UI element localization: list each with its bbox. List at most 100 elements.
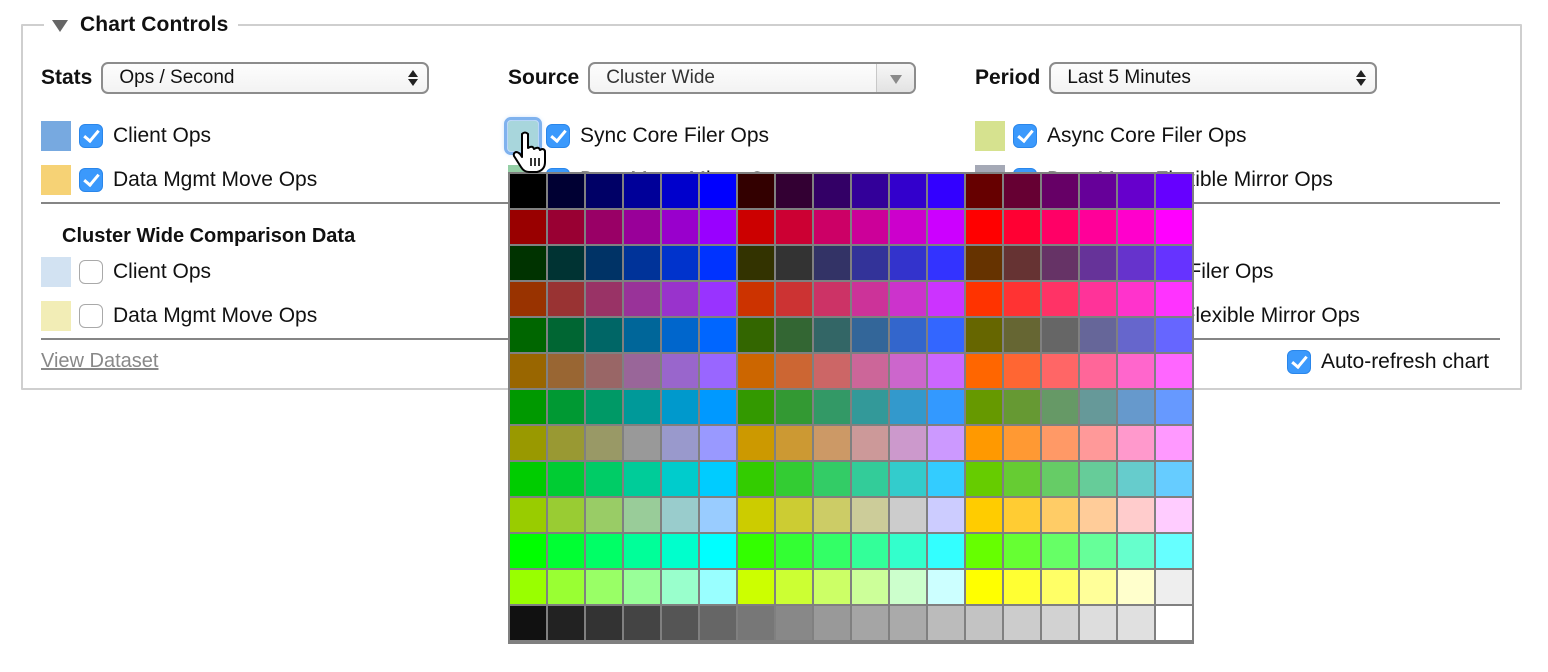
color-option[interactable] xyxy=(586,462,622,496)
color-option[interactable] xyxy=(510,318,546,352)
color-option[interactable] xyxy=(624,426,660,460)
color-option[interactable] xyxy=(776,606,812,640)
color-option[interactable] xyxy=(1004,246,1040,280)
color-option[interactable] xyxy=(662,318,698,352)
color-option[interactable] xyxy=(890,318,926,352)
color-option[interactable] xyxy=(662,174,698,208)
color-option[interactable] xyxy=(928,318,964,352)
color-option[interactable] xyxy=(1118,606,1154,640)
color-swatch[interactable] xyxy=(41,257,71,287)
color-option[interactable] xyxy=(890,570,926,604)
color-option[interactable] xyxy=(738,570,774,604)
color-option[interactable] xyxy=(890,210,926,244)
color-option[interactable] xyxy=(738,282,774,316)
color-option[interactable] xyxy=(738,498,774,532)
color-option[interactable] xyxy=(738,246,774,280)
color-option[interactable] xyxy=(1118,498,1154,532)
color-option[interactable] xyxy=(1118,426,1154,460)
color-option[interactable] xyxy=(776,426,812,460)
color-option[interactable] xyxy=(586,498,622,532)
color-option[interactable] xyxy=(1156,174,1192,208)
color-option[interactable] xyxy=(1080,246,1116,280)
color-option[interactable] xyxy=(662,426,698,460)
color-option[interactable] xyxy=(890,534,926,568)
color-option[interactable] xyxy=(1004,210,1040,244)
color-swatch[interactable] xyxy=(41,121,71,151)
color-option[interactable] xyxy=(624,174,660,208)
color-option[interactable] xyxy=(1042,570,1078,604)
color-option[interactable] xyxy=(890,390,926,424)
color-option[interactable] xyxy=(1080,534,1116,568)
color-option[interactable] xyxy=(738,462,774,496)
color-option[interactable] xyxy=(776,390,812,424)
color-option[interactable] xyxy=(510,534,546,568)
color-option[interactable] xyxy=(1118,318,1154,352)
color-option[interactable] xyxy=(1156,354,1192,388)
color-option[interactable] xyxy=(586,354,622,388)
color-option[interactable] xyxy=(814,606,850,640)
color-option[interactable] xyxy=(928,246,964,280)
color-option[interactable] xyxy=(1156,426,1192,460)
color-option[interactable] xyxy=(586,606,622,640)
color-option[interactable] xyxy=(738,354,774,388)
checkbox[interactable] xyxy=(79,304,103,328)
color-option[interactable] xyxy=(548,318,584,352)
color-option[interactable] xyxy=(1156,390,1192,424)
color-option[interactable] xyxy=(1080,426,1116,460)
color-option[interactable] xyxy=(510,210,546,244)
color-option[interactable] xyxy=(1118,174,1154,208)
color-option[interactable] xyxy=(1118,210,1154,244)
color-option[interactable] xyxy=(1004,534,1040,568)
color-option[interactable] xyxy=(510,390,546,424)
color-option[interactable] xyxy=(852,606,888,640)
color-option[interactable] xyxy=(776,498,812,532)
color-option[interactable] xyxy=(890,606,926,640)
color-option[interactable] xyxy=(1080,210,1116,244)
color-option[interactable] xyxy=(738,390,774,424)
color-option[interactable] xyxy=(890,498,926,532)
color-option[interactable] xyxy=(548,246,584,280)
color-option[interactable] xyxy=(1004,606,1040,640)
color-option[interactable] xyxy=(1042,318,1078,352)
color-option[interactable] xyxy=(510,426,546,460)
color-option[interactable] xyxy=(1042,210,1078,244)
color-option[interactable] xyxy=(624,498,660,532)
color-option[interactable] xyxy=(662,246,698,280)
color-option[interactable] xyxy=(1042,282,1078,316)
color-option[interactable] xyxy=(966,354,1002,388)
color-option[interactable] xyxy=(1080,318,1116,352)
color-option[interactable] xyxy=(776,210,812,244)
color-option[interactable] xyxy=(1156,246,1192,280)
color-option[interactable] xyxy=(548,426,584,460)
color-option[interactable] xyxy=(586,318,622,352)
color-option[interactable] xyxy=(852,462,888,496)
color-option[interactable] xyxy=(662,210,698,244)
color-option[interactable] xyxy=(586,570,622,604)
color-option[interactable] xyxy=(1156,498,1192,532)
stats-select[interactable]: Ops / Second xyxy=(101,62,430,94)
color-option[interactable] xyxy=(700,318,736,352)
color-option[interactable] xyxy=(510,570,546,604)
color-option[interactable] xyxy=(586,174,622,208)
color-option[interactable] xyxy=(738,210,774,244)
color-option[interactable] xyxy=(928,570,964,604)
color-option[interactable] xyxy=(1004,498,1040,532)
color-option[interactable] xyxy=(852,318,888,352)
color-option[interactable] xyxy=(548,210,584,244)
color-option[interactable] xyxy=(586,390,622,424)
color-option[interactable] xyxy=(852,282,888,316)
color-option[interactable] xyxy=(586,534,622,568)
color-option[interactable] xyxy=(814,462,850,496)
color-option[interactable] xyxy=(700,174,736,208)
color-option[interactable] xyxy=(852,390,888,424)
color-option[interactable] xyxy=(586,210,622,244)
color-option[interactable] xyxy=(738,174,774,208)
color-option[interactable] xyxy=(890,462,926,496)
color-option[interactable] xyxy=(814,390,850,424)
color-option[interactable] xyxy=(1118,354,1154,388)
color-option[interactable] xyxy=(510,354,546,388)
color-option[interactable] xyxy=(1042,174,1078,208)
color-option[interactable] xyxy=(1118,570,1154,604)
color-option[interactable] xyxy=(776,318,812,352)
view-dataset-link[interactable]: View Dataset xyxy=(41,350,158,373)
